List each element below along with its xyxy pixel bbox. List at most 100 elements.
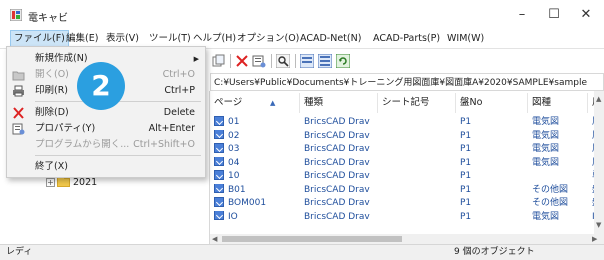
detail-view-icon[interactable] [318,54,332,68]
column-header-type[interactable]: 種類 [300,93,378,113]
cell-text: P1 [460,144,472,154]
cell-kind: その他図 [532,184,590,196]
table-row[interactable]: IOBricsCAD DravP1電気図IO図用A3横 [210,210,604,223]
object-count: 9 個のオブジェクト [454,247,535,257]
properties-icon [12,123,25,135]
vertical-scrollbar[interactable]: ▲ ▼ [594,91,604,234]
drawing-file-icon [214,210,224,220]
cell-text: その他図 [532,198,569,208]
tree-node-label: 2021 [73,177,98,188]
menu-acad-net[interactable]: ACAD-Net(N) [297,30,364,48]
cell-kind: 電気図 [532,157,590,169]
cell-board: P1 [460,157,530,169]
table-row[interactable]: 03BricsCAD DravP1電気図展開接続図用 [210,143,604,155]
tree-node-2021[interactable]: +2021 [46,175,98,188]
sort-arrow-icon: ▲ [270,99,276,107]
cell-text: 電気図 [532,117,560,127]
cell-board: P1 [460,116,530,128]
toolbar-separator [230,54,231,68]
properties-icon[interactable] [252,54,266,68]
cell-kind: 電気図 [532,116,590,128]
table-row[interactable]: BOM001BricsCAD DravP1その他図盤図用A3横 [210,197,604,209]
cell-board: P1 [460,184,530,196]
cell-type: BricsCAD Drav [304,130,380,142]
horizontal-scrollbar[interactable]: ◀ ▶ [210,234,604,244]
cell-kind: その他図 [532,197,590,209]
column-header-page[interactable]: ページ ▲ [210,93,300,113]
cell-text: 03 [228,144,240,154]
file-list-pane: ページ ▲ 種類 シート記号 盤No 図種 用紙 01 BricsCAD Drav… [210,91,604,244]
refresh-icon[interactable] [336,54,350,68]
title-bar: 電キャビ – ☐ ✕ [0,0,604,30]
scroll-right-icon[interactable]: ▶ [592,235,597,243]
cell-kind: 電気図 [532,143,590,155]
table-row[interactable]: 01BricsCAD DravP1電気図展開接続図用 [210,116,604,128]
cell-text: 04 [228,157,240,168]
scroll-left-icon[interactable]: ◀ [212,235,217,243]
cell-type: BricsCAD Drav [304,170,380,182]
cell-type: BricsCAD Drav [304,211,380,223]
cell-type: BricsCAD Drav [304,157,380,169]
cell-board: P1 [460,197,530,209]
menu-item-open-with[interactable]: プログラムから開く... Ctrl+Shift+O [7,137,205,153]
cell-text: 10 [228,171,240,181]
cell-text: BricsCAD Drav [304,157,370,168]
list-view-icon[interactable] [300,54,314,68]
path-bar[interactable]: C:¥Users¥Public¥Documents¥トレーニング用図面庫¥図面庫… [210,73,604,91]
cell-text: P1 [460,171,472,181]
cell-text: 02 [228,130,240,141]
cell-page: 02 [214,129,300,142]
table-row[interactable]: 10BricsCAD DravP1単線結線図用 [210,170,604,182]
cell-board: P1 [460,143,530,155]
cell-type: BricsCAD Drav [304,116,380,128]
cell-text: 01 [228,117,240,127]
cell-text: IO [228,211,238,222]
column-header-kind[interactable]: 図種 [528,93,588,113]
cell-text: BricsCAD Drav [304,171,370,181]
toolbar-separator [295,54,296,68]
cell-text: P1 [460,130,472,141]
cell-type: BricsCAD Drav [304,197,380,209]
table-row[interactable]: 02BricsCAD DravP1電気図展開接続図用 [210,129,604,142]
cell-board: P1 [460,211,530,223]
column-header-sheet[interactable]: シート記号 [378,93,456,113]
status-bar: レディ 9 個のオブジェクト [0,244,604,260]
scroll-thumb[interactable] [222,236,402,242]
menu-item-properties[interactable]: プロパティ(Y) Alt+Enter [7,121,205,137]
cell-text: BricsCAD Drav [304,117,370,127]
menu-acad-parts[interactable]: ACAD-Parts(P) [370,30,443,48]
cell-text: 電気図 [532,211,560,222]
cell-text: P1 [460,198,472,208]
copy-icon[interactable] [212,54,226,68]
cell-board: P1 [460,130,530,142]
menu-item-exit[interactable]: 終了(X) [7,159,205,175]
cell-page: B01 [214,183,300,196]
cell-kind: 電気図 [532,130,590,142]
expand-icon[interactable]: + [46,178,55,187]
print-icon [13,85,24,97]
list-header: ページ ▲ 種類 シート記号 盤No 図種 用紙 [210,93,604,113]
cell-text: BricsCAD Drav [304,144,370,154]
scroll-up-icon[interactable]: ▲ [596,95,601,103]
cell-text: その他図 [532,184,569,195]
scroll-down-icon[interactable]: ▼ [596,221,601,229]
drawing-file-icon [214,170,224,180]
table-row[interactable]: B01BricsCAD DravP1その他図盤図用A3横 [210,183,604,196]
column-header-board[interactable]: 盤No [456,93,528,113]
table-row[interactable]: 04BricsCAD DravP1電気図展開接続図用 [210,156,604,169]
delete-x-icon[interactable] [235,54,249,68]
menu-separator [35,155,201,156]
cell-type: BricsCAD Drav [304,143,380,155]
menu-options[interactable]: オプション(O) [234,30,302,48]
menu-wim[interactable]: WIM(W) [444,30,487,48]
close-button[interactable]: ✕ [566,4,604,26]
status-text: レディ [6,247,33,257]
cell-text: B01 [228,184,246,195]
drawing-file-icon [214,116,224,126]
cell-page: 03 [214,143,300,155]
cell-text: BricsCAD Drav [304,130,370,141]
search-icon[interactable] [276,54,290,68]
drawing-file-icon [214,143,224,153]
toolbar-separator [271,54,272,68]
cell-type: BricsCAD Drav [304,184,380,196]
